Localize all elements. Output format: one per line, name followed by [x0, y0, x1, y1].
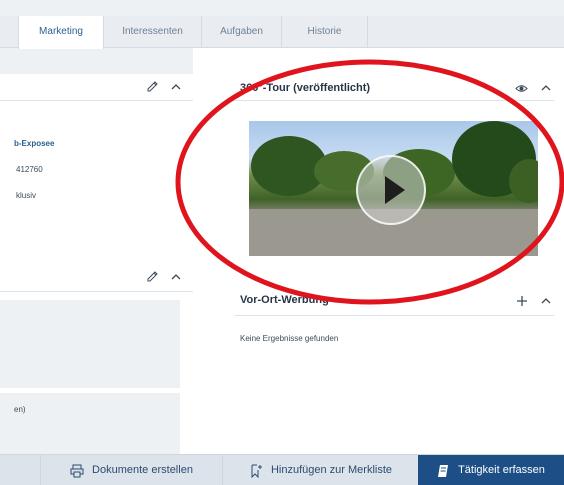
left-bottom-text: en) [14, 405, 26, 414]
pencil-icon[interactable] [145, 80, 159, 94]
tab-aufgaben[interactable]: Aufgaben [202, 16, 282, 48]
expose-link[interactable]: b-Exposee [14, 139, 54, 148]
merkliste-label: Hinzufügen zur Merkliste [270, 464, 393, 476]
left-gray-box [0, 300, 180, 388]
object-number: 412760 [16, 165, 43, 174]
left-gray-box-2 [0, 393, 180, 454]
taetigkeit-erfassen-label: Tätigkeit erfassen [458, 464, 545, 476]
merkliste-button[interactable]: Hinzufügen zur Merkliste [222, 455, 418, 485]
empty-results-text: Keine Ergebnisse gefunden [240, 334, 339, 343]
tab-historie[interactable]: Historie [282, 16, 368, 48]
taetigkeit-erfassen-button[interactable]: Tätigkeit erfassen [418, 455, 564, 485]
tab-bar: Marketing Interessenten Aufgaben Histori… [0, 16, 564, 49]
notebook-icon [438, 464, 449, 477]
dokumente-erstellen-button[interactable]: Dokumente erstellen [40, 455, 222, 485]
action-bar: Dokumente erstellen Hinzufügen zur Merkl… [0, 454, 564, 485]
bookmark-add-icon [251, 464, 262, 478]
print-icon [70, 464, 84, 477]
tab-interessenten[interactable]: Interessenten [104, 16, 202, 48]
tab-marketing[interactable]: Marketing [18, 16, 104, 49]
dokumente-erstellen-label: Dokumente erstellen [92, 464, 193, 476]
annotation-ellipse [175, 59, 564, 305]
vermarktung-value: klusiv [16, 191, 37, 200]
pencil-icon[interactable] [145, 270, 159, 284]
